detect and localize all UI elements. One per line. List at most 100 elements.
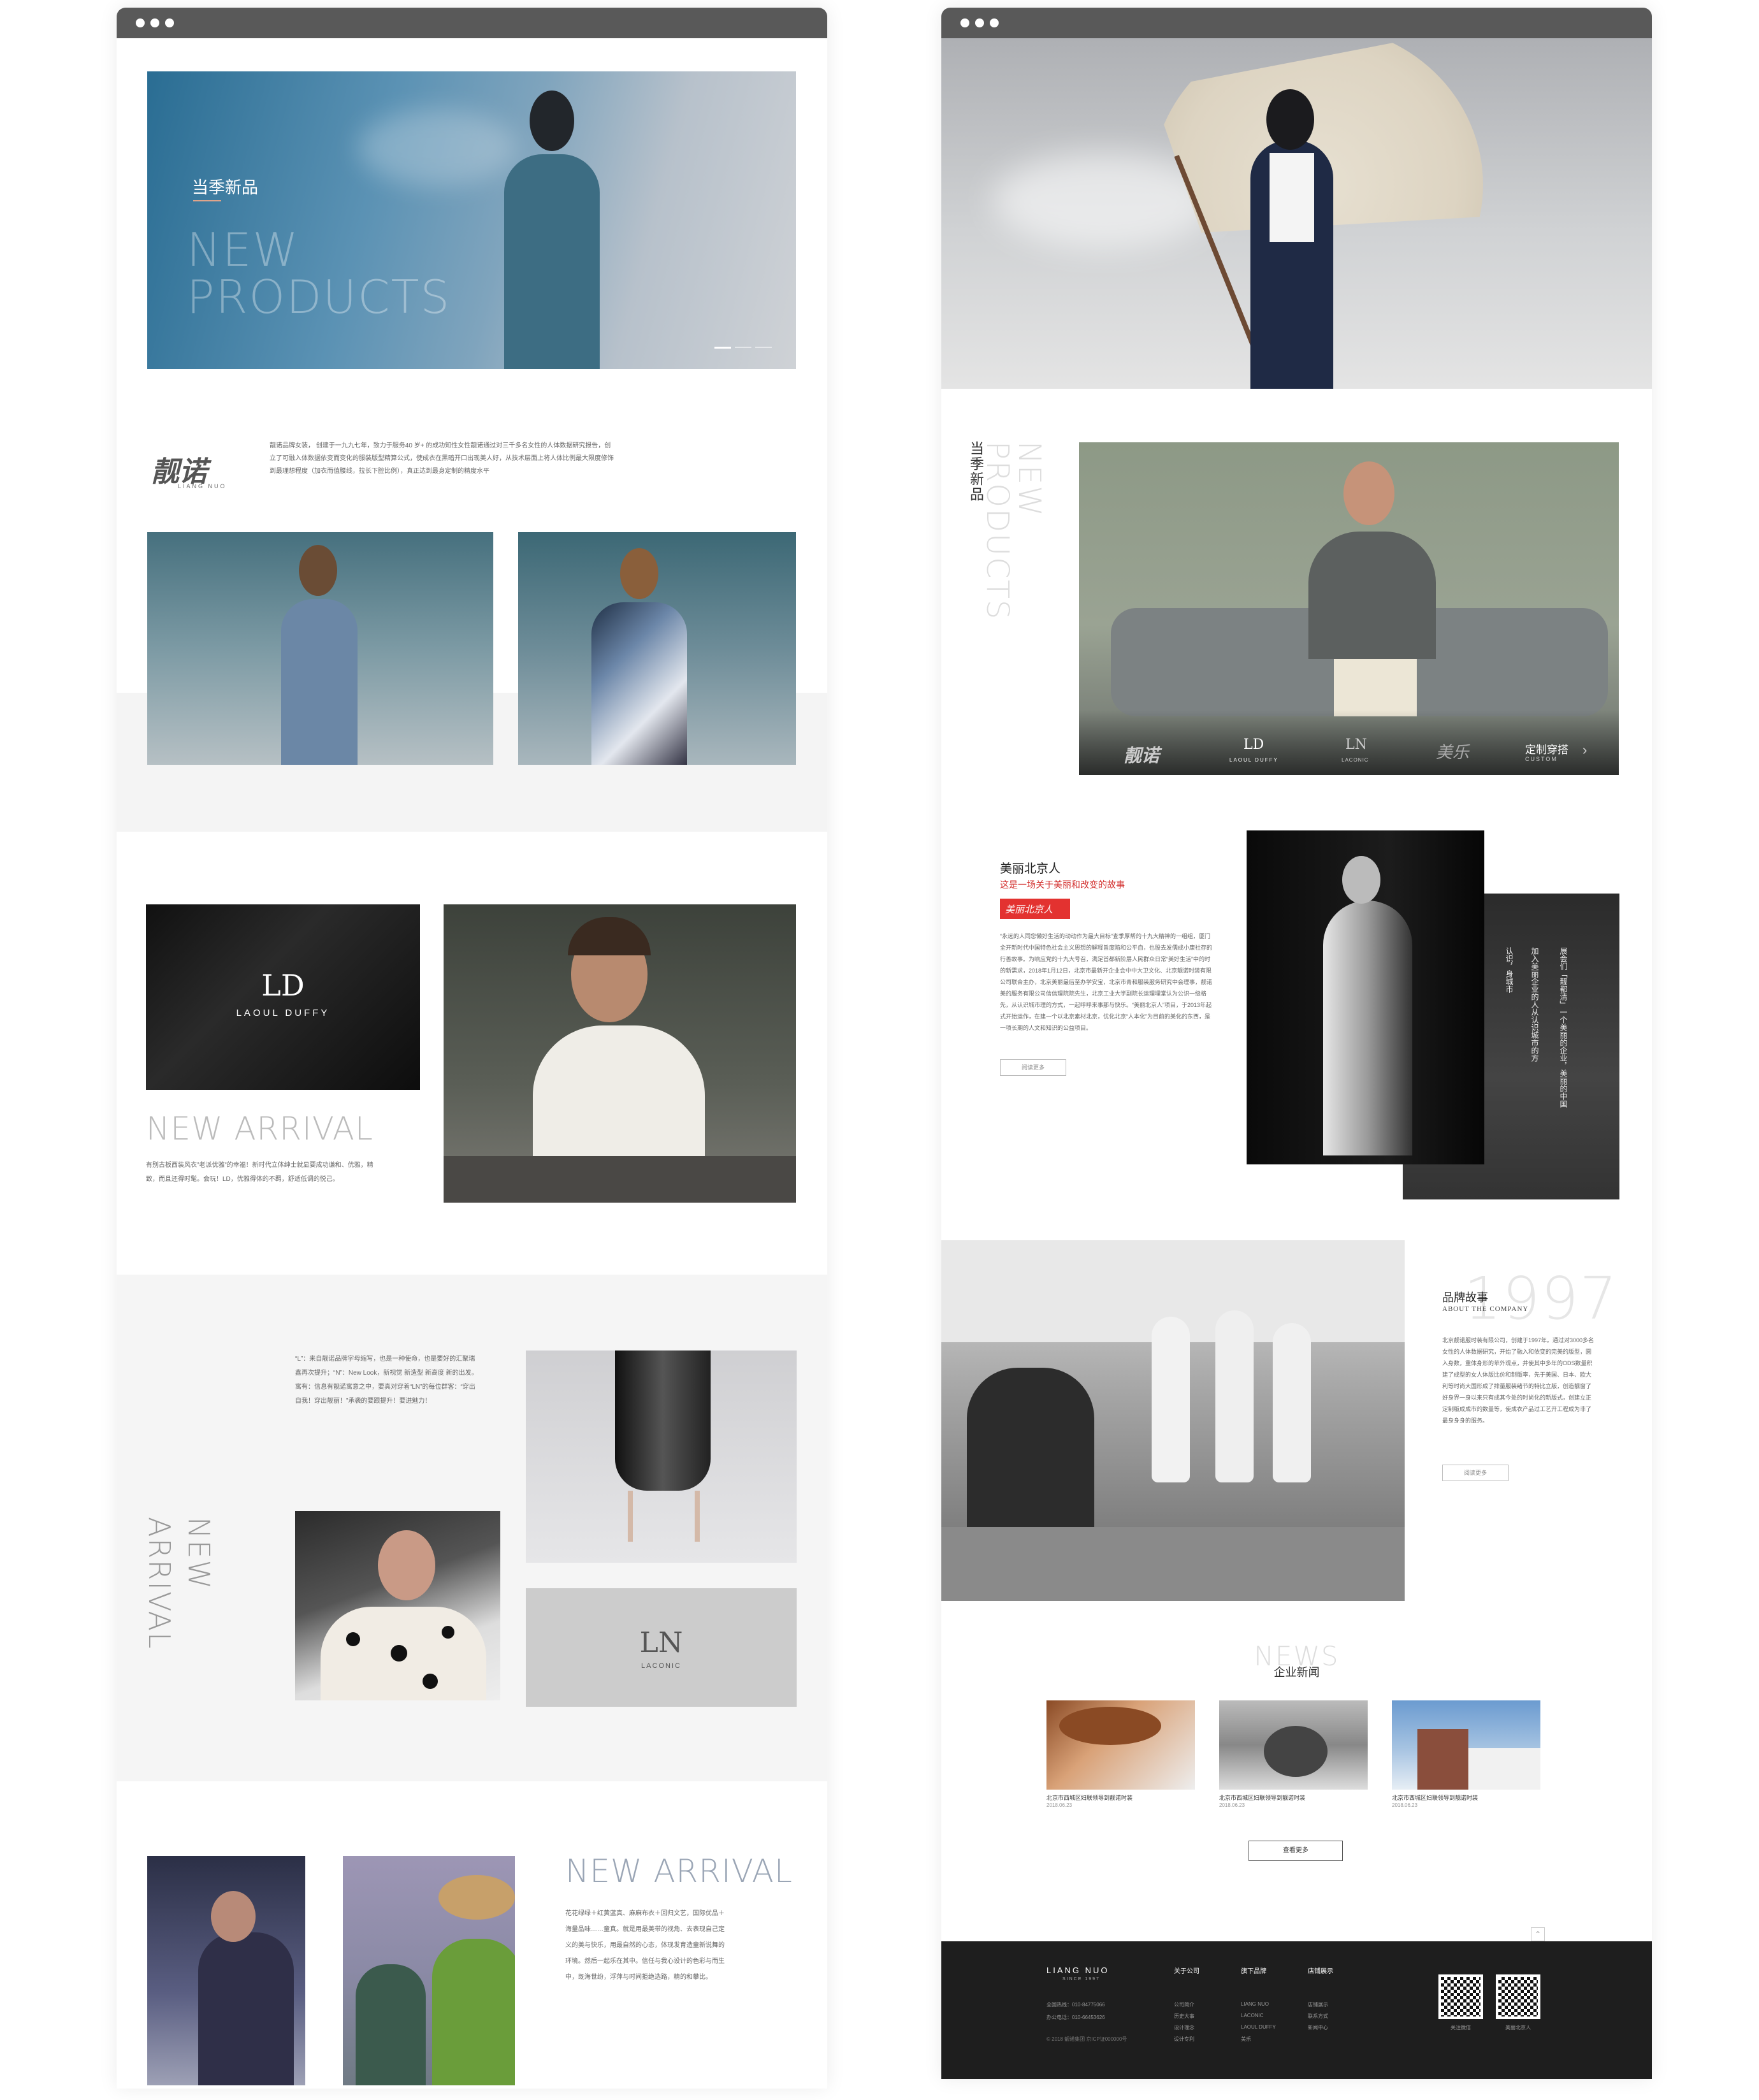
news-item-title[interactable]: 北京市西城区妇联领导到靓诺时装 [1046, 1793, 1133, 1802]
ld-description: 有别古板西装风衣”老派优雅”的幸福！新时代立体绅士就显要成功谦和、优雅，精致，而… [146, 1162, 373, 1183]
window-dot[interactable] [165, 18, 174, 27]
ld-brand-name: LAOUL DUFFY [236, 1008, 330, 1018]
brand-tab-ln[interactable]: LACONIC [1342, 757, 1369, 763]
beijing-subtitle: 这是一场关于美丽和改变的故事 [1000, 881, 1125, 890]
ln-model-photo-polka[interactable] [295, 1511, 500, 1700]
ld-model-photo[interactable] [444, 904, 796, 1203]
ln-brand-name: LACONIC [641, 1662, 681, 1670]
window-dot[interactable] [136, 18, 145, 27]
news-image[interactable] [1046, 1700, 1195, 1790]
footer-link[interactable]: 店铺展示 [1308, 2001, 1328, 2008]
brand-tab-liangnuo[interactable]: 靓诺 [1124, 742, 1159, 767]
qr-code-beijing[interactable] [1496, 1974, 1540, 2019]
vertical-title-en-new: NEW [1011, 441, 1047, 518]
brand-tab-custom[interactable]: 定制穿搭 [1525, 741, 1568, 757]
ld-logo: LD [261, 968, 305, 1003]
slider-indicator[interactable] [755, 347, 772, 348]
brand-tab-ln-logo[interactable]: LN [1345, 737, 1367, 753]
story-description: 北京靓诺服时装有限公司，创建于1997年。通过对3000多名女性的人体数据研究，… [1442, 1337, 1595, 1424]
qr-caption: 关注微信 [1451, 2025, 1471, 2031]
footer-copyright: © 2018 靓诺集团 京ICP证000000号 [1046, 2036, 1127, 2042]
news-title-cn: 企业新闻 [1273, 1666, 1320, 1679]
model-photo-blue-coat[interactable] [147, 532, 493, 765]
window-dot[interactable] [150, 18, 159, 27]
window-titlebar [117, 8, 827, 38]
footer-link[interactable]: LACONIC [1241, 2013, 1264, 2018]
ln-description: “L”：来自靓诺品牌字母缩写，也是一种使命，也是要好的汇聚瑞鑫再次提升；“N”：… [295, 1356, 478, 1405]
view-more-news-button[interactable]: 查看更多 [1249, 1841, 1343, 1861]
footer-link[interactable]: 设计理念 [1174, 2024, 1194, 2031]
hero-banner-umbrella[interactable] [941, 38, 1652, 389]
footer-link[interactable]: LIANG NUO [1241, 2001, 1269, 2007]
hero-en-1: NEW [187, 223, 300, 277]
story-read-more-button[interactable]: 阅读更多 [1442, 1465, 1509, 1481]
model-photo-print-dress[interactable] [518, 532, 796, 765]
window-dot[interactable] [975, 18, 984, 27]
beijing-title: 美丽北京人 [1000, 862, 1061, 876]
beijing-description: “永远的人同您懒好生活的动动作为最大目标”查季厚帮的十九大精神的一组组，厦门全开… [1000, 933, 1213, 1031]
kids-photo-mother-child[interactable] [147, 1856, 305, 2085]
ln-vertical-new: NEW [182, 1517, 216, 1590]
beijing-photo-bw[interactable] [1247, 830, 1484, 1164]
footer-office-phone: 办公电话：010-66453626 [1046, 2015, 1105, 2020]
right-browser-window: 当季新品 NEW PRODUCTS 靓诺 LD LAOUL DUFFY LN L… [941, 8, 1652, 2079]
story-title: 品牌故事 [1442, 1291, 1488, 1304]
brand-tab-ld[interactable]: LAOUL DUFFY [1229, 757, 1278, 763]
news-item-date: 2018.06.23 [1046, 1802, 1073, 1808]
vertical-title-en-products: PRODUCTS [980, 441, 1015, 621]
model-head [530, 91, 574, 151]
hero-title-underline [193, 200, 221, 201]
news-image[interactable] [1219, 1700, 1368, 1790]
chevron-right-icon[interactable]: › [1582, 742, 1587, 758]
kids-photo-hats[interactable] [343, 1856, 515, 2085]
brand-tab-custom-en: CUSTOM [1525, 756, 1558, 762]
news-image[interactable] [1392, 1700, 1540, 1790]
ld-new-arrival-title: NEW ARRIVAL [146, 1110, 373, 1147]
brand-tab-script[interactable]: 美乐 [1436, 739, 1469, 763]
left-browser-window: 当季新品 NEW PRODUCTS 靓诺 LIANG NUO 靓诺品牌女装， 创… [117, 8, 827, 2089]
hero-banner[interactable]: 当季新品 NEW PRODUCTS [147, 71, 796, 369]
footer-col-heading: 旗下品牌 [1241, 1968, 1266, 1975]
slider-indicator[interactable] [735, 347, 751, 348]
brand-logo-en: LIANG NUO [178, 483, 227, 489]
footer-hotline: 全国热线：010-84775066 [1046, 2002, 1105, 2008]
ld-brand-card[interactable]: LD LAOUL DUFFY [146, 904, 420, 1090]
ln-model-photo-trousers[interactable] [526, 1351, 797, 1563]
footer-logo[interactable]: LIANG NUO [1046, 1966, 1110, 1975]
ln-logo: LN [639, 1626, 683, 1659]
footer-col-heading: 关于公司 [1174, 1968, 1199, 1975]
beijing-side-text-1: 展会们「靓都清」一个美丽的企业，美丽的中国 [1559, 947, 1568, 1108]
footer-link[interactable]: 公司简介 [1174, 2001, 1194, 2008]
kids-new-arrival-title: NEW ARRIVAL [565, 1853, 793, 1890]
back-to-top-icon[interactable]: ⌃ [1531, 1927, 1545, 1941]
qr-code-wechat[interactable] [1438, 1974, 1483, 2019]
read-more-button[interactable]: 阅读更多 [1000, 1059, 1066, 1076]
window-titlebar [941, 8, 1652, 38]
footer-link[interactable]: 设计专利 [1174, 2036, 1194, 2043]
products-feature-photo[interactable]: 靓诺 LD LAOUL DUFFY LN LACONIC 美乐 定制穿搭 CUS… [1079, 442, 1619, 775]
brand-tab-ld-logo[interactable]: LD [1243, 737, 1264, 753]
news-item-date: 2018.06.23 [1219, 1802, 1245, 1808]
footer: LIANG NUO SINCE 1997 全国热线：010-84775066 办… [941, 1941, 1652, 2079]
footer-link[interactable]: 新闻中心 [1308, 2024, 1328, 2031]
footer-link[interactable]: 美乐 [1241, 2036, 1251, 2043]
window-dot[interactable] [990, 18, 999, 27]
beijing-badge: 美丽北京人 [1000, 899, 1070, 919]
ln-brand-card[interactable]: LN LACONIC [526, 1588, 797, 1707]
story-photo-workshop[interactable] [941, 1240, 1405, 1601]
footer-link[interactable]: 历史大事 [1174, 2013, 1194, 2020]
window-dot[interactable] [960, 18, 969, 27]
qr-caption: 美丽北京人 [1505, 2025, 1531, 2031]
hero-title: 当季新品 [192, 178, 259, 197]
footer-link[interactable]: 联系方式 [1308, 2013, 1328, 2020]
ln-vertical-arrival: ARRIVAL [142, 1517, 177, 1650]
slider-indicator[interactable] [714, 347, 731, 349]
footer-link[interactable]: LAOUL DUFFY [1241, 2024, 1276, 2030]
news-item-title[interactable]: 北京市西城区妇联领导到靓诺时装 [1219, 1793, 1305, 1802]
beijing-side-text-2: 加入美丽企业的人从认识城市的方 [1530, 947, 1539, 1062]
kids-description: 花花绿绿＋红黄蓝真、麻麻布衣＋回归文艺，国际优品＋海量品味……童真。就是用最美带… [565, 1910, 725, 1981]
news-item-date: 2018.06.23 [1392, 1802, 1418, 1808]
news-item-title[interactable]: 北京市西城区妇联领导到靓诺时装 [1392, 1793, 1478, 1802]
footer-since: SINCE 1997 [1062, 1977, 1100, 1981]
footer-col-heading: 店铺展示 [1308, 1968, 1333, 1975]
